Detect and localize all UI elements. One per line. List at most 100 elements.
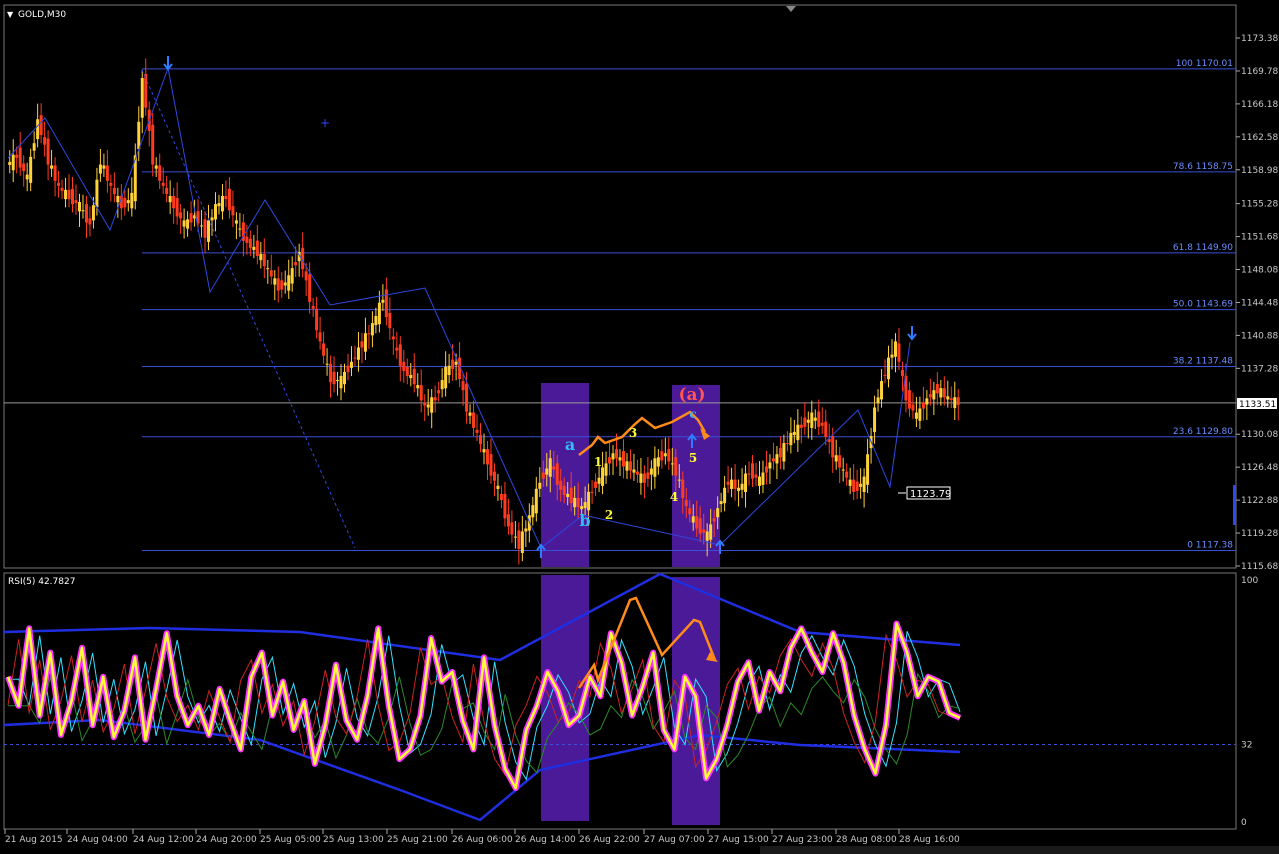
candle-body <box>213 204 217 220</box>
x-tick-label: 26 Aug 22:00 <box>579 835 640 845</box>
candle-body <box>395 347 399 351</box>
candle-body <box>311 305 315 309</box>
candle-body <box>702 529 706 533</box>
candle-body <box>154 165 158 169</box>
candle-body <box>308 274 312 302</box>
candle-body <box>370 323 374 336</box>
candle-body <box>611 453 615 460</box>
candle-body <box>423 402 427 406</box>
candle-body <box>803 417 807 427</box>
candle-body <box>234 220 238 224</box>
candle-body <box>95 179 99 208</box>
candle-body <box>698 518 702 534</box>
candle-body <box>203 219 207 238</box>
candle-body <box>576 497 580 508</box>
candle-body <box>391 336 395 340</box>
candle-body <box>412 368 416 385</box>
wave-label: b <box>579 511 590 530</box>
candle-body <box>862 476 866 493</box>
candle-body <box>360 341 364 348</box>
x-tick-label: 24 Aug 20:00 <box>196 835 257 845</box>
horizontal-scrollbar[interactable] <box>760 846 1279 854</box>
candle-body <box>465 384 469 412</box>
candle-body <box>506 514 510 527</box>
y-tick-label: 1137.28 <box>1241 364 1278 374</box>
candle-body <box>911 404 915 411</box>
candle-body <box>824 421 828 438</box>
x-tick-label: 25 Aug 05:00 <box>260 835 321 845</box>
candle-body <box>409 374 413 379</box>
candle-body <box>838 455 842 468</box>
candle-body <box>810 412 814 428</box>
candle-body <box>921 402 925 409</box>
candle-body <box>771 458 775 462</box>
candle-body <box>189 213 193 223</box>
candle-body <box>792 431 796 435</box>
candle-body <box>374 316 378 326</box>
candle-body <box>880 381 884 400</box>
candle-body <box>601 467 605 486</box>
candle-body <box>893 341 897 357</box>
candle-body <box>635 471 639 475</box>
candle-body <box>287 275 291 291</box>
candle-body <box>663 453 667 457</box>
candle-body <box>887 357 891 380</box>
y-tick-label: 1169.78 <box>1241 67 1278 77</box>
y-tick-label: 1158.98 <box>1241 166 1278 176</box>
candle-body <box>552 466 556 470</box>
candle-body <box>440 380 444 390</box>
candle-body <box>531 505 535 518</box>
candle-body <box>621 451 625 467</box>
candle-body <box>681 479 685 499</box>
rsi-panel-frame <box>3 572 1237 830</box>
candle-body <box>332 371 336 385</box>
candle-body <box>91 205 95 221</box>
y-tick-label: 1166.18 <box>1241 100 1278 110</box>
candle-body <box>492 471 496 481</box>
candle-body <box>642 473 646 483</box>
candle-body <box>444 366 448 389</box>
wave-label: 2 <box>605 508 613 522</box>
rsi-axis-label: 0 <box>1241 818 1247 828</box>
candle-body <box>914 412 918 419</box>
candle-body <box>18 147 22 168</box>
candle-body <box>46 138 50 165</box>
candle-body <box>74 200 78 204</box>
candle-body <box>367 333 371 335</box>
candle-body <box>503 493 507 519</box>
right-scroll-handle[interactable] <box>1233 485 1236 525</box>
candle-body <box>632 469 636 473</box>
candle-body <box>946 396 950 400</box>
candle-body <box>744 473 748 493</box>
candle-body <box>510 522 514 535</box>
candle-body <box>402 361 406 371</box>
candle-body <box>764 466 768 473</box>
candle-body <box>356 347 360 360</box>
candle-body <box>67 189 71 200</box>
candle-body <box>761 472 765 485</box>
candle-body <box>266 268 270 270</box>
candle-body <box>8 161 12 166</box>
candle-body <box>778 448 782 458</box>
candle-body <box>499 493 503 501</box>
y-tick-label: 1151.68 <box>1241 233 1278 243</box>
x-tick-label: 26 Aug 06:00 <box>452 835 513 845</box>
candle-body <box>873 407 877 432</box>
candle-body <box>890 354 894 358</box>
candle-body <box>559 480 563 490</box>
candle-body <box>105 165 109 181</box>
candle-body <box>182 220 186 227</box>
wave-label: (a) <box>678 385 705 405</box>
candle-body <box>590 491 594 493</box>
candle-body <box>60 187 64 191</box>
candle-body <box>273 278 277 285</box>
candle-body <box>353 357 357 359</box>
x-tick-label: 25 Aug 21:00 <box>387 835 448 845</box>
wave-label: 1 <box>594 455 602 469</box>
candle-body <box>817 411 821 427</box>
candle-body <box>405 366 409 377</box>
candle-body <box>283 282 287 286</box>
candle-body <box>813 417 817 421</box>
candle-body <box>416 385 420 389</box>
x-tick-label: 26 Aug 14:00 <box>515 835 576 845</box>
